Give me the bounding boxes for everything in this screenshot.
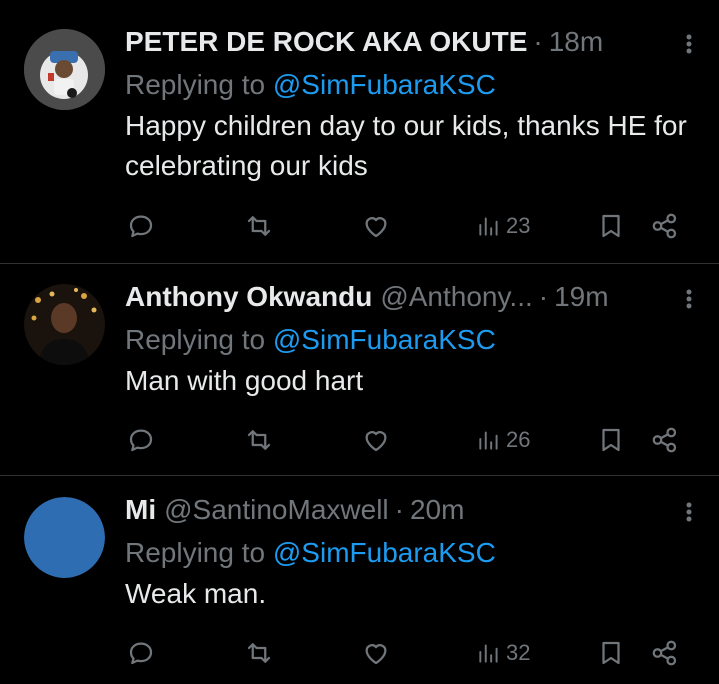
- like-button[interactable]: [361, 208, 391, 244]
- like-button[interactable]: [361, 635, 391, 671]
- bookmark-icon: [602, 428, 620, 452]
- mention-link[interactable]: @SimFubaraKSC: [273, 69, 496, 100]
- reply-button[interactable]: [126, 422, 156, 458]
- timestamp[interactable]: 18m: [549, 26, 603, 58]
- views-button[interactable]: 23: [476, 208, 530, 244]
- heart-icon: [365, 431, 387, 452]
- more-options-icon[interactable]: [679, 500, 699, 524]
- share-icon: [652, 213, 677, 239]
- display-name[interactable]: PETER DE ROCK AKA OKUTE: [125, 26, 527, 58]
- views-icon: [479, 644, 498, 663]
- tweet-text: Happy children day to our kids, thanks H…: [125, 110, 687, 181]
- replying-to: Replying to @SimFubaraKSC: [125, 68, 699, 102]
- reply-button[interactable]: [126, 208, 156, 244]
- views-button[interactable]: 26: [476, 422, 530, 458]
- user-handle[interactable]: @Anthony...: [380, 281, 532, 313]
- mention-link[interactable]: @SimFubaraKSC: [273, 324, 496, 355]
- profile-photo-icon: [24, 284, 105, 365]
- share-button[interactable]: [650, 208, 680, 244]
- display-name[interactable]: Mi: [125, 494, 156, 526]
- retweet-icon: [247, 216, 271, 236]
- reply-icon: [129, 215, 153, 238]
- views-count: 26: [506, 427, 531, 452]
- profile-photo-icon: [24, 29, 105, 110]
- bookmark-button[interactable]: [596, 208, 626, 244]
- bookmark-button[interactable]: [596, 422, 626, 458]
- replying-prefix: Replying to: [125, 537, 273, 568]
- replying-prefix: Replying to: [125, 324, 273, 355]
- views-icon: [479, 217, 498, 236]
- heart-icon: [365, 644, 387, 665]
- retweet-icon: [247, 430, 271, 450]
- tweet-text: Man with good hart: [125, 365, 364, 396]
- tweet[interactable]: PETER DE ROCK AKA OKUTE · 18m Replying t…: [0, 0, 719, 264]
- reply-button[interactable]: [126, 635, 156, 671]
- user-handle[interactable]: @SantinoMaxwell: [164, 494, 389, 526]
- retweet-button[interactable]: [244, 635, 274, 671]
- replying-to: Replying to @SimFubaraKSC: [125, 536, 699, 570]
- avatar[interactable]: [24, 29, 105, 110]
- separator: ·: [394, 494, 404, 525]
- timestamp[interactable]: 19m: [554, 281, 608, 313]
- share-icon: [652, 427, 677, 453]
- share-button[interactable]: [650, 422, 680, 458]
- avatar[interactable]: [24, 284, 105, 365]
- share-icon: [652, 640, 677, 666]
- avatar[interactable]: [24, 497, 105, 578]
- display-name[interactable]: Anthony Okwandu: [125, 281, 372, 313]
- tweet[interactable]: Anthony Okwandu @Anthony... · 19m Replyi…: [0, 264, 719, 476]
- views-icon: [479, 431, 498, 450]
- separator: ·: [538, 281, 549, 312]
- reply-icon: [129, 642, 153, 665]
- heart-icon: [365, 217, 387, 238]
- like-button[interactable]: [361, 422, 391, 458]
- tweet-text: Weak man.: [125, 578, 267, 609]
- replying-to: Replying to @SimFubaraKSC: [125, 323, 699, 357]
- bookmark-button[interactable]: [596, 635, 626, 671]
- reply-icon: [129, 429, 153, 452]
- retweet-button[interactable]: [244, 422, 274, 458]
- default-avatar-icon: [24, 497, 105, 578]
- separator: ·: [533, 26, 543, 57]
- mention-link[interactable]: @SimFubaraKSC: [273, 537, 496, 568]
- views-count: 23: [506, 213, 531, 238]
- bookmark-icon: [602, 214, 620, 238]
- more-options-icon[interactable]: [679, 287, 699, 311]
- timestamp[interactable]: 20m: [410, 494, 464, 526]
- views-button[interactable]: 32: [476, 635, 530, 671]
- tweet[interactable]: Mi @SantinoMaxwell · 20m Replying to @Si…: [0, 476, 719, 684]
- replying-prefix: Replying to: [125, 69, 273, 100]
- more-options-icon[interactable]: [679, 32, 699, 56]
- retweet-icon: [247, 643, 271, 663]
- views-count: 32: [506, 640, 531, 665]
- share-button[interactable]: [650, 635, 680, 671]
- bookmark-icon: [602, 641, 620, 665]
- retweet-button[interactable]: [244, 208, 274, 244]
